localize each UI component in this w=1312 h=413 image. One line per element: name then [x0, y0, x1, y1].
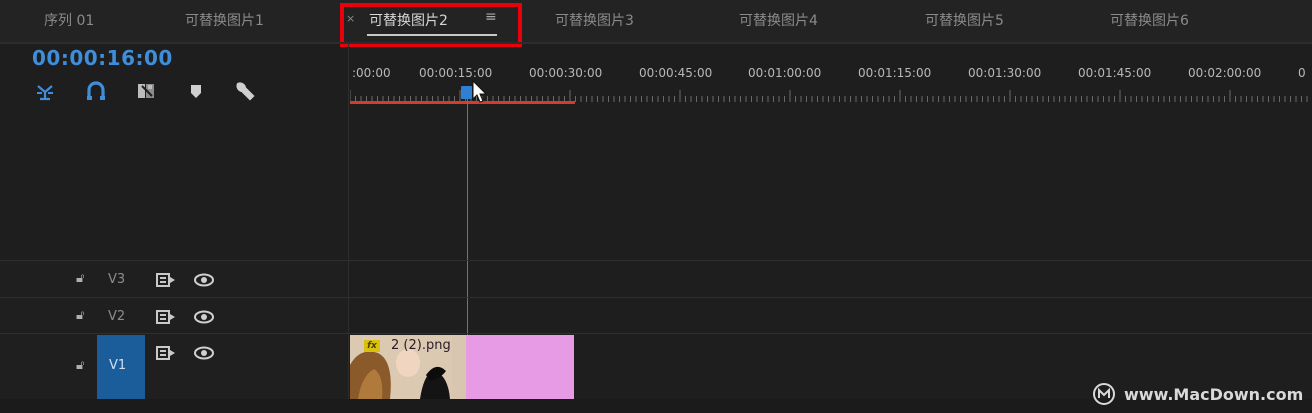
track-name-v2: V2: [108, 309, 126, 324]
fx-badge[interactable]: fx: [364, 340, 380, 352]
tab-replaceable-image-4[interactable]: 可替换图片4: [739, 10, 818, 30]
mouse-cursor-icon: [472, 80, 488, 103]
tab-replaceable-image-3[interactable]: 可替换图片3: [555, 10, 634, 30]
ruler-label: 00:01:45:00: [1078, 66, 1152, 80]
track-v1[interactable]: 🔓︎: [0, 334, 348, 373]
track-name-v1: V1: [109, 358, 127, 373]
ruler-label: 00:02:00:00: [1188, 66, 1262, 80]
tab-replaceable-image-1[interactable]: 可替换图片1: [185, 10, 264, 30]
ruler-label: 00:01:00:00: [748, 66, 822, 80]
ruler-label: 00:00:15:00: [419, 66, 493, 80]
tab-replaceable-image-5[interactable]: 可替换图片5: [925, 10, 1004, 30]
wrench-icon[interactable]: [233, 80, 255, 102]
track-v2[interactable]: 🔓︎ V2: [0, 298, 348, 334]
eye-icon[interactable]: [193, 310, 215, 324]
timeline-clip[interactable]: fx 2 (2).png: [350, 335, 574, 399]
tab-replaceable-image-6[interactable]: 可替换图片6: [1110, 10, 1189, 30]
snap-in-sequence-icon[interactable]: [34, 80, 56, 102]
add-marker-icon[interactable]: [135, 80, 157, 102]
clip-name: 2 (2).png: [391, 338, 451, 353]
ruler-label: :00:00: [352, 66, 391, 80]
lock-icon[interactable]: 🔓︎: [76, 358, 84, 373]
ruler-label: 00:00:30:00: [529, 66, 603, 80]
tab-sequence-01[interactable]: 序列 01: [44, 10, 94, 30]
playhead-handle[interactable]: [461, 86, 472, 99]
track-name-v3: V3: [108, 272, 126, 287]
eye-icon[interactable]: [193, 273, 215, 287]
lock-icon[interactable]: 🔓︎: [76, 308, 84, 323]
playhead-timecode[interactable]: 00:00:16:00: [32, 46, 173, 70]
work-area-bar[interactable]: [350, 101, 575, 104]
sync-lock-icon[interactable]: [156, 310, 176, 324]
track-v3[interactable]: 🔓︎ V3: [0, 261, 348, 297]
lock-icon[interactable]: 🔓︎: [76, 271, 84, 286]
highlight-annotation-box: [340, 3, 522, 47]
eye-icon[interactable]: [193, 346, 215, 360]
ruler-label: 00:01:30:00: [968, 66, 1042, 80]
sequence-tab-bar: 序列 01 可替换图片1 × 可替换图片2 ≡ 可替换图片3 可替换图片4 可替…: [0, 0, 1312, 42]
track-header-divider[interactable]: [348, 44, 349, 413]
macdown-logo: [1093, 383, 1115, 405]
ruler-label: 00:00:45:00: [639, 66, 713, 80]
linked-selection-icon[interactable]: [85, 80, 107, 102]
ruler-label: 00:01:15:00: [858, 66, 932, 80]
tab-bar-divider: [0, 42, 1312, 44]
marker-icon[interactable]: [185, 80, 207, 102]
ruler-label-partial: 0: [1298, 66, 1306, 80]
watermark-text: www.MacDown.com: [1124, 385, 1304, 404]
sync-lock-icon[interactable]: [156, 273, 176, 287]
sync-lock-icon[interactable]: [156, 346, 176, 360]
